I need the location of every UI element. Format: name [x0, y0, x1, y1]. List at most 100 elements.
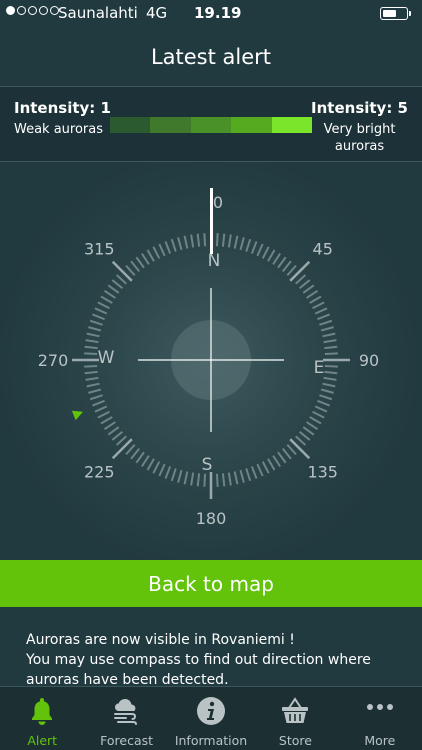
intensity-scale-segment [150, 117, 191, 133]
compass-minor-tick [324, 364, 338, 368]
compass-minor-tick [140, 252, 150, 265]
compass-minor-tick [92, 313, 105, 321]
compass-degree-label: 90 [359, 351, 379, 370]
compass-minor-tick [286, 444, 297, 456]
intensity-high: Intensity: 5 Very bright auroras [311, 99, 408, 155]
compass-minor-tick [85, 339, 99, 344]
compass-minor-tick [221, 473, 226, 487]
alert-message-line1: Auroras are now visible in Rovaniemi ! [26, 632, 295, 648]
basket-icon [282, 697, 309, 723]
compass-minor-tick [302, 426, 315, 436]
aurora-direction-marker [71, 410, 84, 421]
compass-minor-tick [88, 388, 102, 394]
compass-minor-tick [215, 233, 219, 247]
compass-minor-tick [233, 471, 239, 485]
tab-alert-label: Alert [27, 733, 58, 748]
intensity-legend: Intensity: 1 Weak auroras Intensity: 5 V… [0, 86, 422, 162]
compass-minor-tick [94, 307, 108, 315]
compass-minor-tick [295, 274, 307, 285]
back-to-map-button[interactable]: Back to map [0, 560, 422, 607]
compass-minor-tick [250, 241, 258, 254]
compass-dial: 0 45 90 135 180 225 270 315 N E S W [38, 188, 379, 528]
intensity-high-title: Intensity: 5 [311, 99, 408, 117]
compass-minor-tick [130, 447, 141, 460]
compass-minor-tick [314, 405, 328, 413]
compass-minor-tick [281, 447, 292, 460]
compass-minor-tick [158, 463, 166, 477]
intensity-low-title: Intensity: 1 [14, 99, 111, 117]
compass-minor-tick [286, 264, 297, 276]
info-icon [197, 697, 226, 725]
compass-minor-tick [324, 352, 338, 356]
compass-degree-label: 180 [196, 509, 227, 528]
compass-minor-tick [177, 237, 183, 251]
tab-information[interactable]: Information [169, 687, 253, 750]
compass-degree-label: 270 [38, 351, 69, 370]
compass-minor-tick [261, 461, 270, 474]
compass-minor-tick [250, 466, 258, 479]
compass-minor-tick [190, 472, 195, 486]
compass-minor-tick [115, 274, 127, 285]
compass-minor-tick [88, 326, 102, 332]
compass-minor-tick [272, 252, 282, 265]
compass-degree-label: 225 [84, 463, 115, 482]
compass-needle [210, 188, 213, 254]
compass-major-tick [289, 260, 311, 282]
intensity-high-desc: Very bright auroras [311, 121, 408, 155]
compass-minor-tick [84, 345, 98, 350]
compass-minor-tick [164, 241, 172, 254]
network-type: 4G [146, 4, 168, 22]
compass-minor-tick [295, 435, 307, 446]
compass-minor-tick [306, 421, 319, 431]
intensity-scale-bar [110, 117, 313, 133]
compass-minor-tick [183, 471, 189, 485]
tab-store[interactable]: Store [253, 687, 337, 750]
alert-message: Auroras are now visible in Rovaniemi ! Y… [26, 630, 410, 690]
compass-minor-tick [324, 345, 338, 350]
compass-minor-tick [89, 319, 103, 326]
compass-degree-label: 135 [307, 463, 338, 482]
compass-minor-tick [215, 473, 219, 487]
compass-minor-tick [190, 234, 195, 248]
compass-minor-tick [86, 332, 100, 338]
compass-minor-tick [84, 370, 98, 375]
compass-minor-tick [306, 289, 319, 299]
compass-minor-tick [317, 313, 330, 321]
compass-major-tick [111, 260, 133, 282]
compass-minor-tick [86, 382, 100, 388]
compass-minor-tick [158, 243, 166, 257]
compass-minor-tick [85, 376, 99, 381]
compass-minor-tick [170, 238, 177, 252]
compass-minor-tick [256, 463, 264, 477]
intensity-low: Intensity: 1 Weak auroras [14, 99, 111, 137]
cardinal-south: S [202, 455, 213, 475]
compass-minor-tick [125, 444, 136, 456]
compass-minor-tick [267, 458, 276, 471]
status-time: 19.19 [194, 4, 242, 22]
tab-forecast-label: Forecast [100, 733, 154, 748]
compass-minor-tick [233, 235, 239, 249]
compass-minor-tick [298, 430, 311, 441]
compass-minor-tick [107, 284, 120, 294]
tab-forecast[interactable]: Forecast [84, 687, 168, 750]
tab-store-label: Store [278, 733, 312, 748]
compass-minor-tick [319, 319, 333, 326]
compass-minor-tick [125, 264, 136, 276]
compass-minor-tick [323, 339, 337, 344]
compass-minor-tick [84, 364, 98, 368]
tab-more[interactable]: More [338, 687, 422, 750]
compass-minor-tick [177, 469, 183, 483]
compass-minor-tick [277, 451, 287, 464]
compass-minor-tick [245, 468, 252, 482]
compass-minor-tick [239, 469, 245, 483]
tab-alert[interactable]: Alert [0, 687, 84, 750]
compass-minor-tick [140, 455, 150, 468]
compass-minor-tick [245, 238, 252, 252]
intensity-scale-segment [271, 117, 313, 133]
compass-minor-tick [227, 472, 232, 486]
compass-minor-tick [227, 234, 232, 248]
compass-minor-tick [277, 256, 287, 269]
compass-minor-tick [146, 458, 155, 471]
signal-strength-icon [6, 6, 59, 15]
cardinal-north: N [208, 251, 221, 271]
